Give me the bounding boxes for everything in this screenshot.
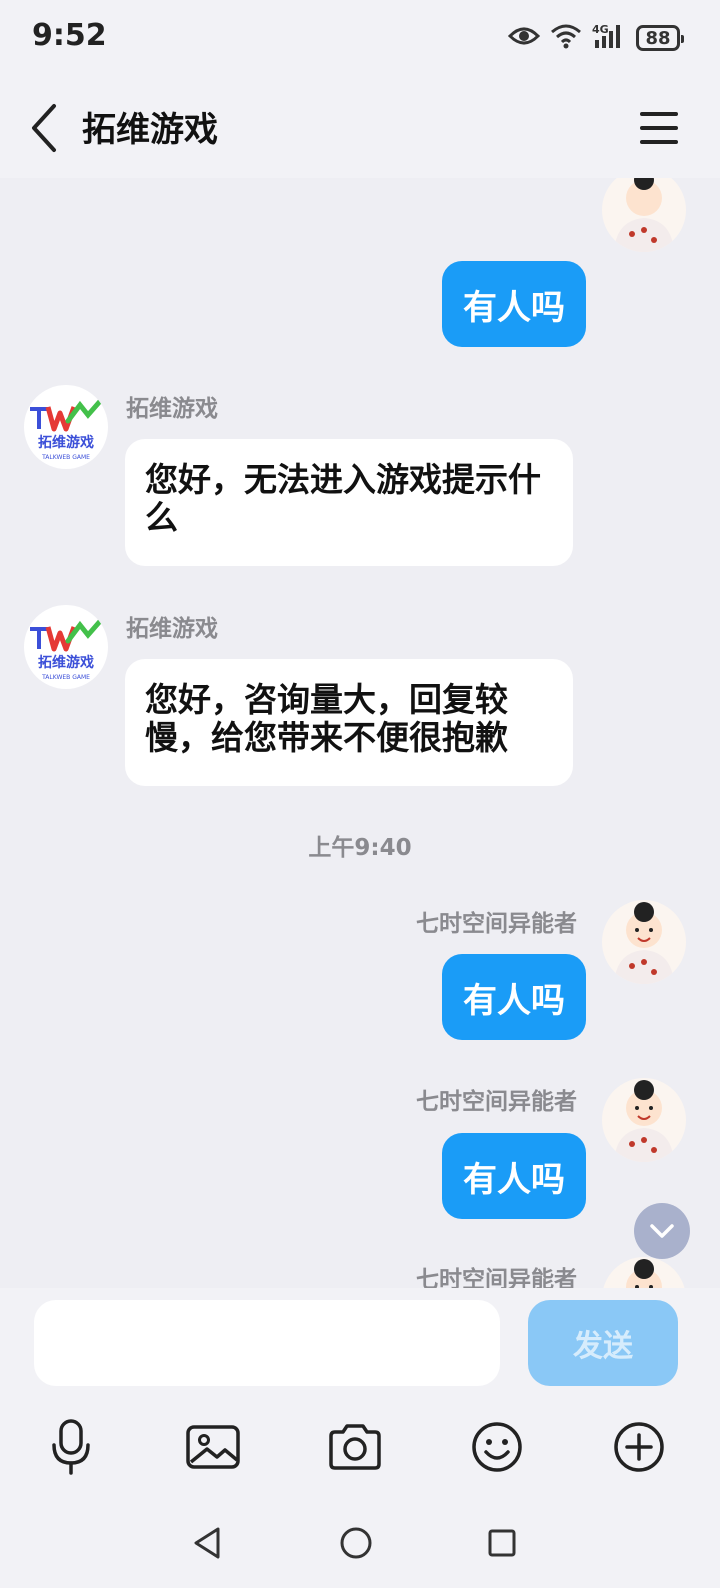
input-toolbar (0, 1403, 720, 1503)
brand-logo-text: 拓维游戏 (38, 654, 94, 671)
sender-name: 七时空间异能者 (416, 1267, 577, 1288)
message-bubble[interactable]: 您好，咨询量大，回复较慢，给您带来不便很抱歉 (125, 659, 573, 786)
status-time: 9:52 (32, 18, 107, 53)
user-avatar[interactable] (602, 1078, 686, 1162)
scroll-to-bottom-button[interactable] (634, 1203, 690, 1259)
message-bubble[interactable]: 有人吗 (442, 1133, 586, 1219)
eye-icon (507, 25, 541, 51)
message-bubble[interactable]: 您好，无法进入游戏提示什么 (125, 439, 573, 566)
user-avatar[interactable] (602, 900, 686, 984)
page-title: 拓维游戏 (82, 110, 218, 150)
time-divider: 上午9:40 (308, 835, 412, 861)
menu-button[interactable] (634, 100, 684, 156)
sender-name: 拓维游戏 (126, 396, 218, 422)
message-bubble[interactable]: 有人吗 (442, 954, 586, 1040)
home-circle-icon[interactable] (326, 1513, 386, 1573)
chevron-down-icon (650, 1224, 674, 1238)
emoji-icon[interactable] (461, 1411, 533, 1483)
brand-logo-subtext: TALKWEB GAME (41, 454, 90, 461)
microphone-icon[interactable] (35, 1411, 107, 1483)
user-avatar[interactable] (602, 178, 686, 252)
system-nav-bar (0, 1503, 720, 1588)
wifi-icon (550, 23, 582, 53)
recents-square-icon[interactable] (472, 1513, 532, 1573)
user-avatar[interactable] (602, 1257, 686, 1288)
message-bubble[interactable]: 有人吗 (442, 261, 586, 347)
sender-name: 拓维游戏 (126, 616, 218, 642)
svg-text:4G: 4G (592, 23, 609, 36)
chevron-left-icon (32, 104, 56, 152)
status-icons: 4G 88 (507, 20, 684, 56)
back-button[interactable] (22, 98, 72, 158)
chat-header: 拓维游戏 (0, 78, 720, 178)
back-triangle-icon[interactable] (178, 1513, 238, 1573)
hamburger-menu-icon (640, 112, 678, 144)
status-bar: 9:52 4G 88 (0, 0, 720, 78)
sender-name: 七时空间异能者 (416, 1089, 577, 1115)
chat-message-list[interactable]: 有人吗 拓维游戏 TALKWEB GAME 拓维游戏 您好，无法进入游戏提示什么… (0, 178, 720, 1288)
brand-logo-text: 拓维游戏 (38, 434, 94, 451)
brand-avatar[interactable]: 拓维游戏 TALKWEB GAME (24, 385, 108, 469)
signal-4g-icon: 4G (592, 22, 626, 54)
message-input[interactable] (34, 1300, 500, 1386)
message-input-bar: 发送 (0, 1288, 720, 1403)
send-button[interactable]: 发送 (528, 1300, 678, 1386)
battery-icon: 88 (636, 25, 684, 51)
plus-icon[interactable] (603, 1411, 675, 1483)
brand-logo-subtext: TALKWEB GAME (41, 674, 90, 681)
camera-icon[interactable] (319, 1411, 391, 1483)
image-icon[interactable] (177, 1411, 249, 1483)
sender-name: 七时空间异能者 (416, 911, 577, 937)
brand-avatar[interactable]: 拓维游戏 TALKWEB GAME (24, 605, 108, 689)
